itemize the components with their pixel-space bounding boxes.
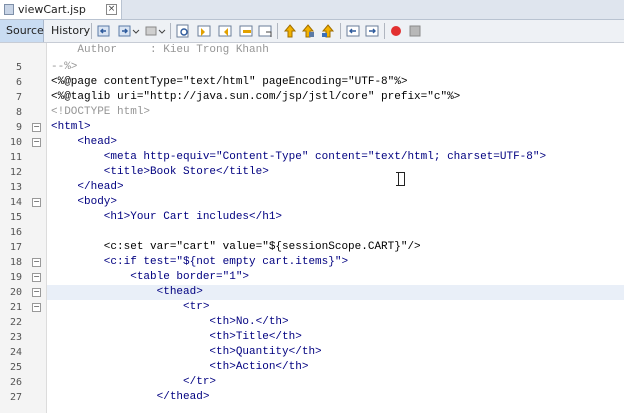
line-number: 10	[9, 137, 22, 148]
toolbar-separator	[340, 23, 341, 39]
code-line: <html>	[51, 121, 91, 133]
line-number-gutter: 5 6 7 8 9 − 10 − 11 12 13 14 − 15 16 17 18 −…	[0, 43, 47, 413]
code-line: <table border="1">	[51, 271, 250, 283]
fold-toggle[interactable]: −	[32, 258, 41, 267]
file-tab-viewcart[interactable]: viewCart.jsp ×	[0, 0, 122, 19]
find-next-icon[interactable]	[217, 23, 233, 39]
fold-toggle[interactable]: −	[32, 273, 41, 282]
code-line: Author : Kieu Trong Khanh	[51, 44, 269, 56]
editor-tab-bar: viewCart.jsp ×	[0, 0, 624, 20]
chevron-down-icon[interactable]	[132, 23, 140, 39]
code-line: <c:if test="${not empty cart.items}">	[51, 256, 349, 268]
line-number: 20	[9, 287, 22, 298]
next-bookmark-icon[interactable]	[300, 23, 316, 39]
line-number: 5	[15, 62, 22, 73]
code-line: </head>	[51, 181, 124, 193]
toolbar-separator	[170, 23, 171, 39]
code-line: <th>No.</th>	[51, 316, 289, 328]
find-icon[interactable]	[175, 23, 191, 39]
line-number: 22	[9, 317, 22, 328]
code-line: <tr>	[51, 301, 210, 313]
tab-source[interactable]: Source	[0, 20, 44, 42]
stop-macro-icon[interactable]	[407, 23, 423, 39]
fold-toggle[interactable]: −	[32, 138, 41, 147]
forward-icon[interactable]	[117, 23, 133, 39]
fold-toggle[interactable]: −	[32, 123, 41, 132]
text-cursor-icon	[396, 172, 405, 186]
find-prev-icon[interactable]	[196, 23, 212, 39]
code-line: <c:set var="cart" value="${sessionScope.…	[51, 241, 421, 253]
line-number: 11	[9, 152, 22, 163]
line-number: 18	[9, 257, 22, 268]
code-line: <head>	[51, 136, 118, 148]
line-number: 21	[9, 302, 22, 313]
code-line: <%@page contentType="text/html" pageEnco…	[51, 76, 408, 88]
line-number: 6	[15, 77, 22, 88]
code-line: <th>Action</th>	[51, 361, 309, 373]
line-number: 19	[9, 272, 22, 283]
fold-toggle[interactable]: −	[32, 303, 41, 312]
code-line: <thead>	[51, 286, 203, 298]
toggle-bookmark-icon[interactable]	[257, 23, 273, 39]
code-line: <%@taglib uri="http://java.sun.com/jsp/j…	[51, 91, 461, 103]
code-line: <!DOCTYPE html>	[51, 106, 151, 118]
line-number: 12	[9, 167, 22, 178]
fold-toggle[interactable]: −	[32, 198, 41, 207]
file-tab-label: viewCart.jsp	[18, 3, 86, 16]
line-number: 17	[9, 242, 22, 253]
line-number: 8	[15, 107, 22, 118]
record-macro-icon[interactable]	[388, 23, 404, 39]
line-number: 15	[9, 212, 22, 223]
toolbar-separator	[384, 23, 385, 39]
line-number: 25	[9, 362, 22, 373]
code-line: </thead>	[51, 391, 210, 403]
line-number: 24	[9, 347, 22, 358]
toggle-highlight-icon[interactable]	[238, 23, 254, 39]
line-number: 7	[15, 92, 22, 103]
line-number: 9	[15, 122, 22, 133]
code-editor[interactable]: Author : Kieu Trong Khanh --%> <%@page c…	[47, 43, 624, 413]
code-line: <th>Quantity</th>	[51, 346, 322, 358]
code-line: <th>Title</th>	[51, 331, 302, 343]
line-number: 16	[9, 227, 22, 238]
line-number: 26	[9, 377, 22, 388]
code-line: --%>	[51, 61, 78, 73]
back-icon[interactable]	[96, 23, 112, 39]
shift-left-icon[interactable]	[320, 23, 336, 39]
unindent-icon[interactable]	[364, 23, 380, 39]
prev-bookmark-icon[interactable]	[282, 23, 298, 39]
tab-history[interactable]: History	[45, 20, 90, 42]
line-number: 27	[9, 392, 22, 403]
toolbar-separator	[91, 23, 92, 39]
close-tab-icon[interactable]: ×	[106, 4, 117, 15]
code-line: <meta http-equiv="Content-Type" content=…	[51, 151, 547, 163]
code-line: <body>	[51, 196, 118, 208]
line-number: 23	[9, 332, 22, 343]
last-edit-icon[interactable]	[143, 23, 159, 39]
code-line: </tr>	[51, 376, 217, 388]
shift-right-icon[interactable]	[345, 23, 361, 39]
jsp-file-icon	[4, 4, 14, 15]
toolbar-separator	[277, 23, 278, 39]
code-line: <h1>Your Cart includes</h1>	[51, 211, 283, 223]
editor-toolbar: Source History	[0, 20, 624, 43]
code-line: <title>Book Store</title>	[51, 166, 269, 178]
line-number: 13	[9, 182, 22, 193]
line-number: 14	[9, 197, 22, 208]
fold-toggle[interactable]: −	[32, 288, 41, 297]
chevron-down-icon[interactable]	[158, 23, 166, 39]
